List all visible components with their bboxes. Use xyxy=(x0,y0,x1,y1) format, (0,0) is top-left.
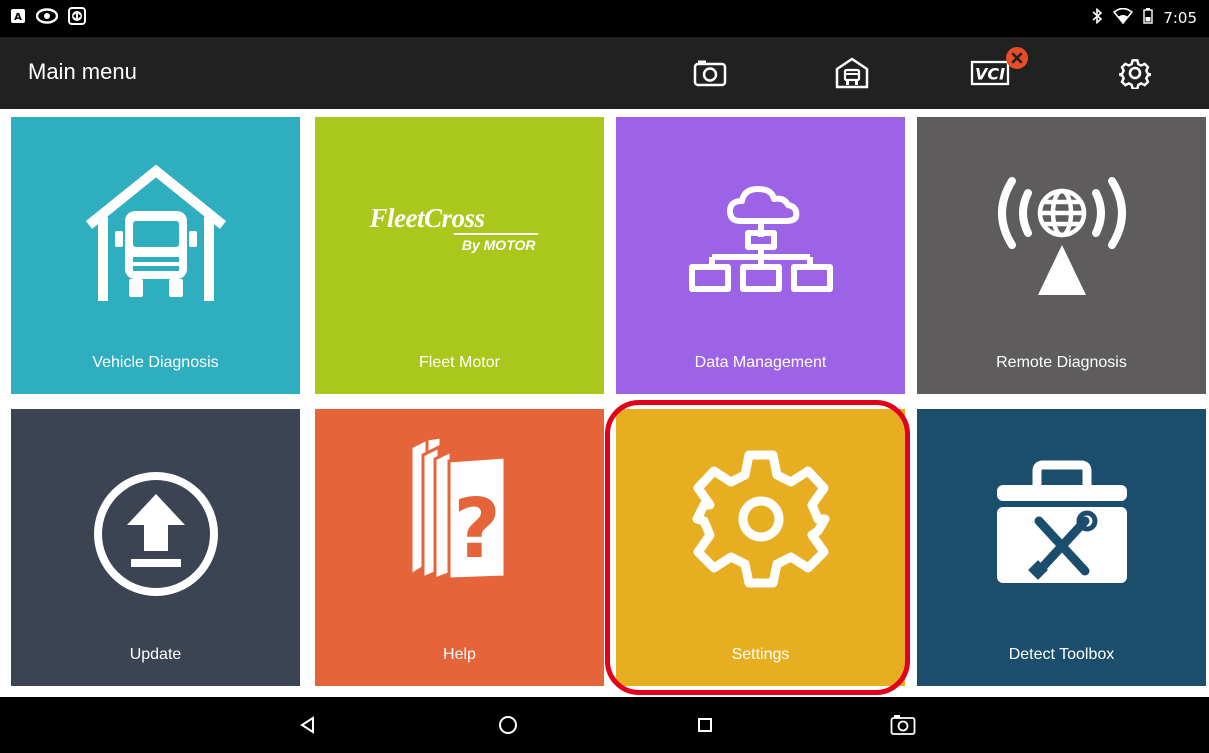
battery-icon xyxy=(1143,8,1154,28)
teamviewer-icon xyxy=(68,7,86,29)
tile-label: Fleet Motor xyxy=(419,354,500,371)
status-bar: A 7:05 xyxy=(0,0,1209,37)
tile-label: Help xyxy=(443,646,476,663)
clock: 7:05 xyxy=(1163,9,1197,27)
nav-bar xyxy=(0,697,1209,753)
tile-label: Remote Diagnosis xyxy=(996,354,1127,371)
globe-signal-icon xyxy=(917,171,1206,301)
a-icon: A xyxy=(10,8,26,28)
fleetcross-logo-text: FleetCross xyxy=(369,203,486,233)
tile-detect-toolbox[interactable]: Detect Toolbox xyxy=(917,409,1206,686)
tile-remote-diagnosis[interactable]: Remote Diagnosis xyxy=(917,117,1206,394)
recents-icon[interactable] xyxy=(689,709,721,741)
tile-settings[interactable]: Settings xyxy=(616,409,905,686)
home-icon[interactable] xyxy=(492,709,524,741)
tile-update[interactable]: Update xyxy=(11,409,300,686)
fleetcross-logo: FleetCross By MOTOR xyxy=(315,203,604,263)
back-icon[interactable] xyxy=(292,709,324,741)
screenshot-icon[interactable] xyxy=(692,55,728,91)
svg-text:?: ? xyxy=(453,482,501,577)
disconnected-x-icon xyxy=(1006,47,1028,69)
tile-label: Settings xyxy=(731,646,790,663)
tile-vehicle-diagnosis[interactable]: Vehicle Diagnosis xyxy=(11,117,300,394)
svg-text:A: A xyxy=(14,12,22,23)
tile-label: Update xyxy=(129,646,182,663)
screenshot-icon[interactable] xyxy=(887,709,919,741)
page-title: Main menu xyxy=(28,59,137,84)
help-books-icon: ? xyxy=(315,435,604,580)
bluetooth-icon xyxy=(1091,7,1103,28)
app-bar: Main menu VCI xyxy=(0,37,1209,109)
garage-icon[interactable] xyxy=(834,55,870,91)
cloud-network-icon xyxy=(616,183,905,293)
tile-help[interactable]: ? Help xyxy=(315,409,604,686)
upload-arrow-icon xyxy=(11,469,300,599)
gear-large-icon xyxy=(616,449,905,589)
wifi-icon xyxy=(1113,7,1134,28)
main-menu-grid: Vehicle Diagnosis FleetCross By MOTOR Fl… xyxy=(0,109,1209,697)
eye-icon xyxy=(35,8,59,28)
tile-label: Data Management xyxy=(694,354,827,371)
vci-icon[interactable]: VCI xyxy=(970,55,1010,91)
tile-label: Vehicle Diagnosis xyxy=(92,354,219,371)
vci-label: VCI xyxy=(975,65,1005,84)
tile-data-management[interactable]: Data Management xyxy=(616,117,905,394)
toolbox-icon xyxy=(917,459,1206,589)
gear-icon[interactable] xyxy=(1117,55,1153,91)
tile-fleet-motor[interactable]: FleetCross By MOTOR Fleet Motor xyxy=(315,117,604,394)
fleetcross-logo-sub: By MOTOR xyxy=(461,237,536,253)
tile-label: Detect Toolbox xyxy=(1008,646,1115,663)
truck-garage-icon xyxy=(11,165,300,305)
